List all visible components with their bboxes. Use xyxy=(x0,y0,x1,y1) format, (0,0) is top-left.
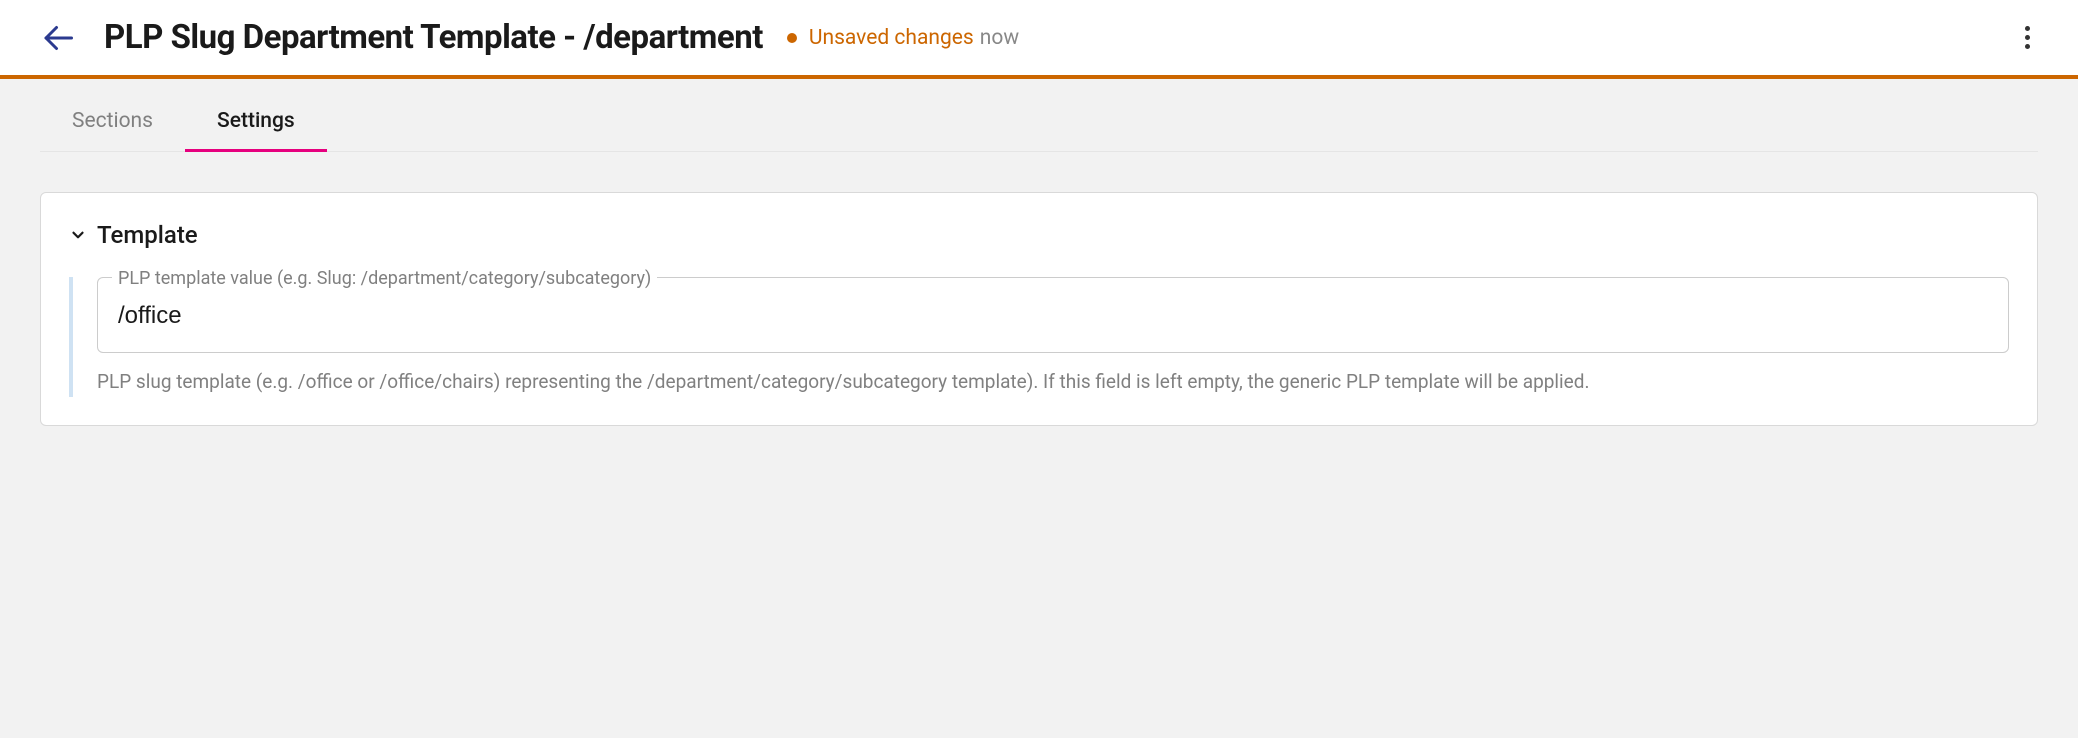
status-time: now xyxy=(980,26,1019,50)
status-badge: Unsaved changes now xyxy=(787,26,1019,50)
content-area: Sections Settings Template PLP template … xyxy=(0,79,2078,466)
template-input-label: PLP template value (e.g. Slug: /departme… xyxy=(112,268,657,289)
template-value-input[interactable] xyxy=(98,278,2008,352)
back-button[interactable] xyxy=(40,20,76,56)
tab-bar: Sections Settings xyxy=(40,79,2038,152)
more-options-button[interactable] xyxy=(2017,18,2038,57)
page-header: PLP Slug Department Template - /departme… xyxy=(0,0,2078,79)
tab-sections[interactable]: Sections xyxy=(40,79,185,152)
section-toggle[interactable]: Template xyxy=(69,221,2009,249)
template-help-text: PLP slug template (e.g. /office or /offi… xyxy=(97,367,2009,397)
page-title: PLP Slug Department Template - /departme… xyxy=(104,18,763,57)
status-dot-icon xyxy=(787,33,797,43)
chevron-down-icon xyxy=(69,226,87,244)
template-field-wrapper: PLP template value (e.g. Slug: /departme… xyxy=(69,277,2009,397)
dots-vertical-icon xyxy=(2025,26,2030,31)
arrow-left-icon xyxy=(40,20,76,56)
status-text: Unsaved changes xyxy=(809,26,974,50)
tab-settings[interactable]: Settings xyxy=(185,79,327,152)
settings-card: Template PLP template value (e.g. Slug: … xyxy=(40,192,2038,426)
section-title: Template xyxy=(97,221,198,249)
template-input-container: PLP template value (e.g. Slug: /departme… xyxy=(97,277,2009,353)
